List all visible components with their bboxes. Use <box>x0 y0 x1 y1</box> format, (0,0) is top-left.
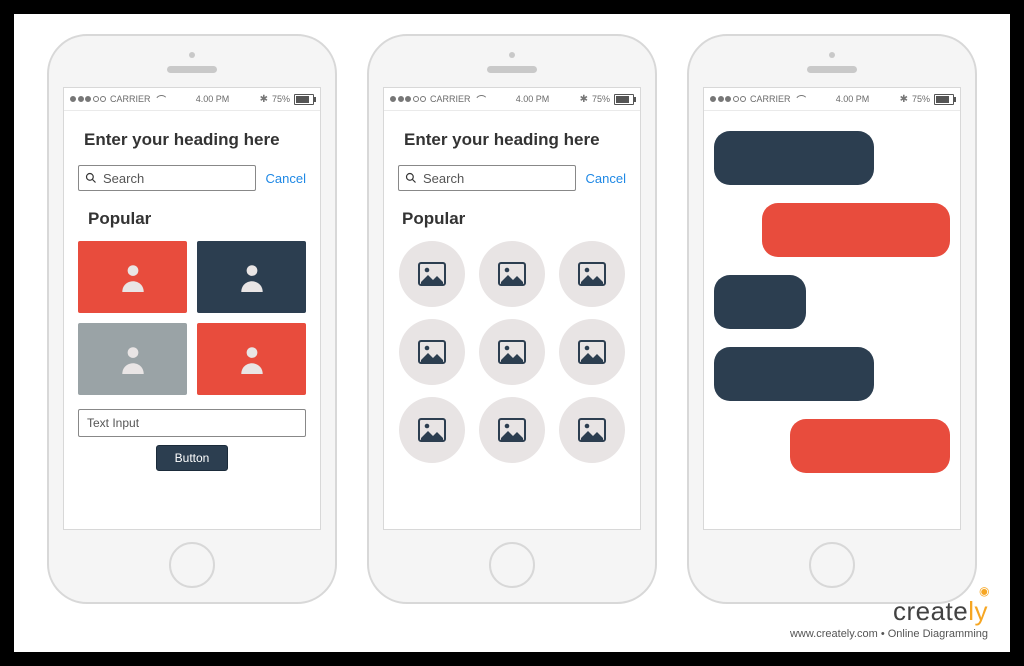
status-bar: CARRIER 4.00 PM ✱ 75% <box>704 88 960 111</box>
popular-tile[interactable] <box>197 323 306 395</box>
popular-tile[interactable] <box>197 241 306 313</box>
search-placeholder: Search <box>103 171 144 186</box>
image-item[interactable] <box>399 241 465 307</box>
wifi-icon <box>475 95 486 103</box>
image-icon <box>578 340 606 364</box>
wifi-icon <box>795 95 806 103</box>
image-icon <box>418 418 446 442</box>
popular-grid <box>78 241 306 395</box>
wireframe-stage: CARRIER 4.00 PM ✱ 75% Enter your heading… <box>14 14 1010 652</box>
chat-bubble-received[interactable] <box>714 275 806 329</box>
image-item[interactable] <box>399 397 465 463</box>
user-icon <box>239 262 265 292</box>
chat-bubble-received[interactable] <box>714 347 874 401</box>
brand-logo: ◉ creately <box>893 596 988 627</box>
user-icon <box>120 262 146 292</box>
cancel-link[interactable]: Cancel <box>586 171 626 186</box>
search-input[interactable]: Search <box>78 165 256 191</box>
chat-bubble-received[interactable] <box>714 131 874 185</box>
phone-frame-1: CARRIER 4.00 PM ✱ 75% Enter your heading… <box>47 34 337 604</box>
phone-screen-3: CARRIER 4.00 PM ✱ 75% <box>703 87 961 530</box>
status-bar: CARRIER 4.00 PM ✱ 75% <box>384 88 640 111</box>
bluetooth-icon: ✱ <box>900 94 908 105</box>
image-icon <box>578 418 606 442</box>
text-input-placeholder: Text Input <box>87 416 139 430</box>
camera-dot <box>189 52 195 58</box>
search-icon <box>85 172 97 184</box>
signal-icon <box>710 96 746 102</box>
image-item[interactable] <box>479 319 545 385</box>
chat-bubble-sent[interactable] <box>790 419 950 473</box>
battery-icon <box>294 94 314 105</box>
phone-screen-2: CARRIER 4.00 PM ✱ 75% Enter your heading… <box>383 87 641 530</box>
battery-pct: 75% <box>912 94 930 104</box>
image-icon <box>418 262 446 286</box>
battery-pct: 75% <box>272 94 290 104</box>
page-heading: Enter your heading here <box>84 129 300 151</box>
carrier-label: CARRIER <box>750 94 791 104</box>
popular-tile[interactable] <box>78 323 187 395</box>
battery-icon <box>934 94 954 105</box>
home-button[interactable] <box>809 542 855 588</box>
image-item[interactable] <box>479 241 545 307</box>
cancel-link[interactable]: Cancel <box>266 171 306 186</box>
home-button[interactable] <box>169 542 215 588</box>
clock: 4.00 PM <box>516 94 550 104</box>
search-placeholder: Search <box>423 171 464 186</box>
image-icon <box>578 262 606 286</box>
phone-screen-1: CARRIER 4.00 PM ✱ 75% Enter your heading… <box>63 87 321 530</box>
camera-dot <box>829 52 835 58</box>
battery-pct: 75% <box>592 94 610 104</box>
speaker-bar <box>487 66 537 73</box>
battery-icon <box>614 94 634 105</box>
brand-tagline: www.creately.com • Online Diagramming <box>790 628 988 640</box>
speaker-bar <box>807 66 857 73</box>
phone-frame-3: CARRIER 4.00 PM ✱ 75% <box>687 34 977 604</box>
signal-icon <box>70 96 106 102</box>
image-icon <box>498 340 526 364</box>
brand-name-a: create <box>893 596 968 626</box>
chat-bubble-sent[interactable] <box>762 203 950 257</box>
section-title: Popular <box>88 209 306 229</box>
image-item[interactable] <box>479 397 545 463</box>
bluetooth-icon: ✱ <box>580 94 588 105</box>
image-item[interactable] <box>559 397 625 463</box>
bluetooth-icon: ✱ <box>260 94 268 105</box>
image-icon <box>418 340 446 364</box>
image-item[interactable] <box>559 241 625 307</box>
search-input[interactable]: Search <box>398 165 576 191</box>
popular-tile[interactable] <box>78 241 187 313</box>
bulb-icon: ◉ <box>979 584 990 598</box>
image-grid <box>398 241 626 463</box>
chat-thread <box>704 111 960 493</box>
home-button[interactable] <box>489 542 535 588</box>
status-bar: CARRIER 4.00 PM ✱ 75% <box>64 88 320 111</box>
image-icon <box>498 262 526 286</box>
speaker-bar <box>167 66 217 73</box>
wifi-icon <box>155 95 166 103</box>
image-item[interactable] <box>399 319 465 385</box>
brand-footer: ◉ creately www.creately.com • Online Dia… <box>790 596 988 640</box>
image-item[interactable] <box>559 319 625 385</box>
clock: 4.00 PM <box>836 94 870 104</box>
signal-icon <box>390 96 426 102</box>
button-label: Button <box>175 451 210 465</box>
text-input[interactable]: Text Input <box>78 409 306 437</box>
image-icon <box>498 418 526 442</box>
brand-name-b: ly <box>968 596 988 626</box>
page-heading: Enter your heading here <box>404 129 620 151</box>
carrier-label: CARRIER <box>430 94 471 104</box>
carrier-label: CARRIER <box>110 94 151 104</box>
user-icon <box>239 344 265 374</box>
submit-button[interactable]: Button <box>156 445 228 471</box>
search-icon <box>405 172 417 184</box>
camera-dot <box>509 52 515 58</box>
clock: 4.00 PM <box>196 94 230 104</box>
user-icon <box>120 344 146 374</box>
phone-frame-2: CARRIER 4.00 PM ✱ 75% Enter your heading… <box>367 34 657 604</box>
section-title: Popular <box>402 209 626 229</box>
